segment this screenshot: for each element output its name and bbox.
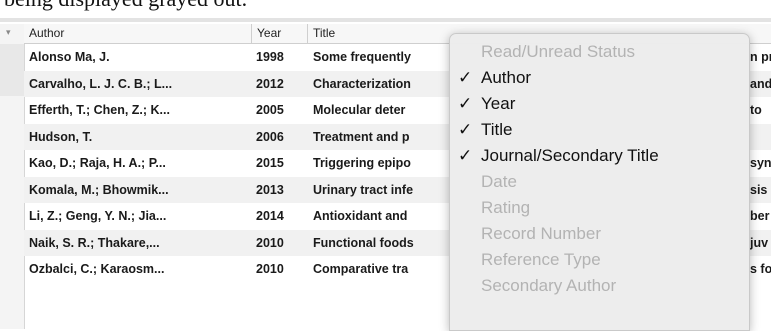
cell-author: Hudson, T. [29,129,93,144]
cell-author: Ozbalci, C.; Karaosm... [29,262,165,276]
menu-item-record-number: Record Number [450,222,749,246]
left-gutter: ▾ [0,24,25,329]
cell-author: Alonso Ma, J. [29,50,110,64]
menu-item-label: Reference Type [481,250,601,269]
cell-author: Komala, M.; Bhowmik... [29,182,169,197]
cell-year: 2015 [256,156,284,170]
cell-year: 2013 [256,182,284,197]
cell-title-overflow: ber [750,209,770,223]
cell-year: 2010 [256,235,284,250]
cell-author: Efferth, T.; Chen, Z.; K... [29,103,170,117]
checkmark-icon: ✓ [458,120,473,139]
toolbar-shade [0,18,771,22]
menu-item-label: Title [481,120,513,139]
cell-year: 2014 [256,209,284,223]
menu-item-label: Author [481,68,532,87]
cell-title-overflow [750,124,771,151]
cell-title-overflow: s fo [750,262,771,276]
menu-item-label: Record Number [481,224,601,243]
checkmark-icon: ✓ [458,146,473,165]
menu-item-reference-type: Reference Type [450,248,749,272]
cell-author: Li, Z.; Geng, Y. N.; Jia... [29,209,167,223]
column-header-year[interactable]: Year [251,24,312,43]
caption-strip: being displayed grayed out. [0,0,771,22]
gutter-selection [0,44,24,96]
cell-year: 2006 [256,129,284,144]
menu-item-label: Read/Unread Status [481,42,636,61]
cell-title-overflow: synt [750,156,771,170]
cell-title-overflow: to [750,103,762,117]
menu-item-rating: Rating [450,196,749,220]
menu-item-journal-secondary-title[interactable]: ✓ Journal/Secondary Title [450,144,749,168]
cell-author: Naik, S. R.; Thakare,... [29,235,160,250]
menu-item-date: Date [450,170,749,194]
column-context-menu: Read/Unread Status ✓ Author ✓ Year ✓ Title ✓ Jou… [449,33,750,331]
menu-item-year[interactable]: ✓ Year [450,92,749,116]
menu-item-author[interactable]: ✓ Author [450,66,749,90]
menu-item-secondary-author: Secondary Author [450,274,749,298]
menu-item-label: Year [481,94,516,113]
cell-year: 2012 [256,76,284,91]
menu-item-label: Journal/Secondary Title [481,146,659,165]
cell-year: 2010 [256,262,284,276]
checkmark-icon: ✓ [458,68,473,87]
cell-title-overflow: and [750,76,771,91]
cell-author: Carvalho, L. J. C. B.; L... [29,76,173,91]
cell-year: 1998 [256,50,284,64]
menu-item-title[interactable]: ✓ Title [450,118,749,142]
caption-text: being displayed grayed out. [4,0,247,12]
cell-author: Kao, D.; Raja, H. A.; P... [29,156,166,170]
cell-title-overflow: sis [750,182,768,197]
menu-item-read-unread-status: Read/Unread Status [450,40,749,64]
menu-item-label: Date [481,172,517,191]
menu-item-label: Secondary Author [481,276,617,295]
chevron-down-icon[interactable]: ▾ [6,27,11,38]
column-header-author[interactable]: Author [24,24,251,43]
cell-year: 2005 [256,103,284,117]
cell-title-overflow: n pr [750,50,771,64]
cell-title-overflow: juv [750,235,769,250]
checkmark-icon: ✓ [458,94,473,113]
menu-item-label: Rating [481,198,531,217]
